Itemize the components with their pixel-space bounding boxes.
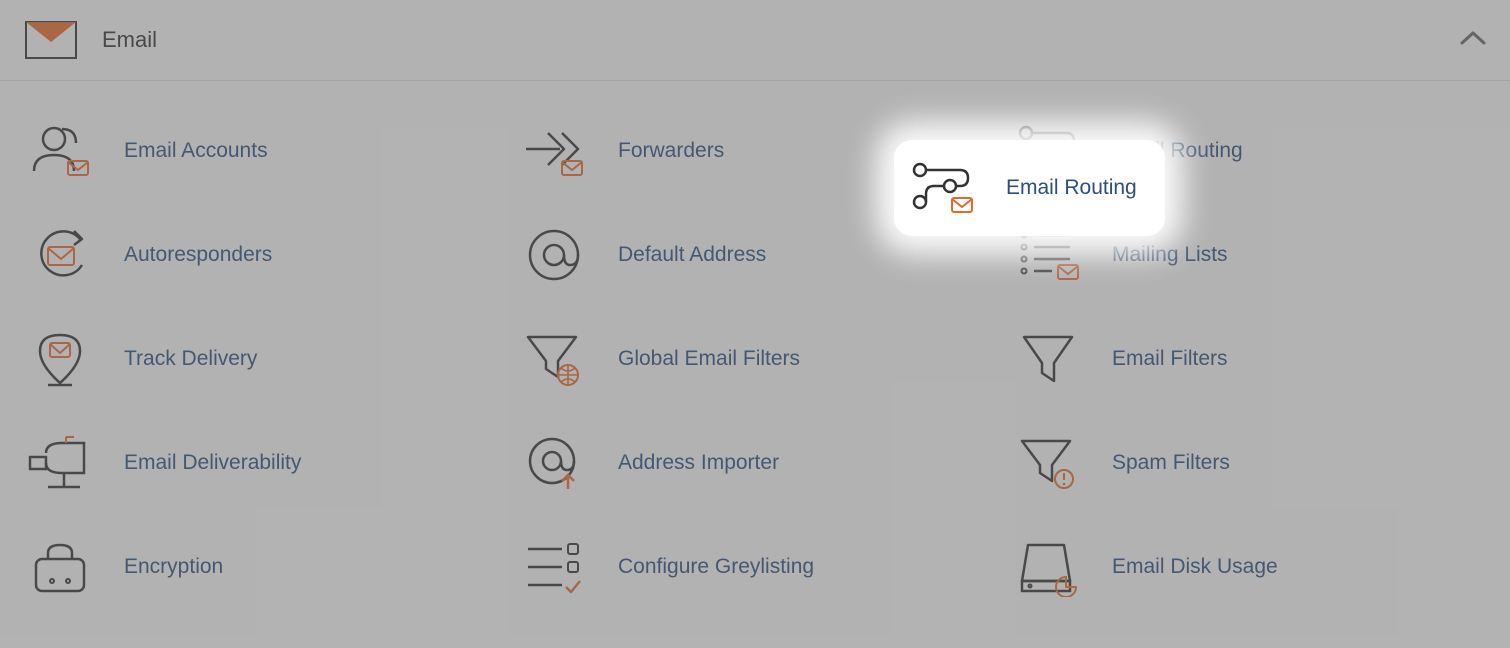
item-label: Forwarders: [618, 139, 724, 163]
item-label: Email Filters: [1112, 347, 1228, 371]
spam-filters-icon: [1012, 433, 1084, 493]
item-label: Mailing Lists: [1112, 243, 1228, 267]
item-label: Address Importer: [618, 451, 779, 475]
encryption-icon: [24, 537, 96, 597]
highlight-email-routing[interactable]: Email Routing: [894, 140, 1165, 236]
item-label: Default Address: [618, 243, 766, 267]
item-global-email-filters[interactable]: Global Email Filters: [518, 329, 992, 389]
panel-title: Email: [102, 27, 157, 53]
item-label: Global Email Filters: [618, 347, 800, 371]
item-configure-greylisting[interactable]: Configure Greylisting: [518, 537, 992, 597]
item-label: Encryption: [124, 555, 223, 579]
email-disk-usage-icon: [1012, 537, 1084, 597]
item-label: Configure Greylisting: [618, 555, 814, 579]
track-delivery-icon: [24, 329, 96, 389]
item-address-importer[interactable]: Address Importer: [518, 433, 992, 493]
item-email-filters[interactable]: Email Filters: [1012, 329, 1486, 389]
item-spam-filters[interactable]: Spam Filters: [1012, 433, 1486, 493]
email-panel: Email Email Accounts: [0, 0, 1510, 648]
forwarders-icon: [518, 121, 590, 181]
address-importer-icon: [518, 433, 590, 493]
email-icon: [24, 20, 78, 60]
item-email-disk-usage[interactable]: Email Disk Usage: [1012, 537, 1486, 597]
panel-header[interactable]: Email: [0, 0, 1510, 81]
item-label: Autoresponders: [124, 243, 272, 267]
item-track-delivery[interactable]: Track Delivery: [24, 329, 498, 389]
panel-body: Email Accounts Forwarders: [0, 81, 1510, 637]
autoresponders-icon: [24, 225, 96, 285]
email-filters-icon: [1012, 329, 1084, 389]
global-email-filters-icon: [518, 329, 590, 389]
item-email-accounts[interactable]: Email Accounts: [24, 121, 498, 181]
email-deliverability-icon: [24, 433, 96, 493]
collapse-chevron-icon[interactable]: [1460, 30, 1486, 51]
item-label: Email Accounts: [124, 139, 268, 163]
item-autoresponders[interactable]: Autoresponders: [24, 225, 498, 285]
email-routing-icon: [906, 158, 978, 218]
item-email-deliverability[interactable]: Email Deliverability: [24, 433, 498, 493]
item-label: Email Disk Usage: [1112, 555, 1278, 579]
item-label: Email Routing: [1006, 176, 1137, 200]
email-accounts-icon: [24, 121, 96, 181]
default-address-icon: [518, 225, 590, 285]
item-label: Email Deliverability: [124, 451, 301, 475]
item-encryption[interactable]: Encryption: [24, 537, 498, 597]
item-label: Spam Filters: [1112, 451, 1230, 475]
configure-greylisting-icon: [518, 537, 590, 597]
item-label: Track Delivery: [124, 347, 257, 371]
